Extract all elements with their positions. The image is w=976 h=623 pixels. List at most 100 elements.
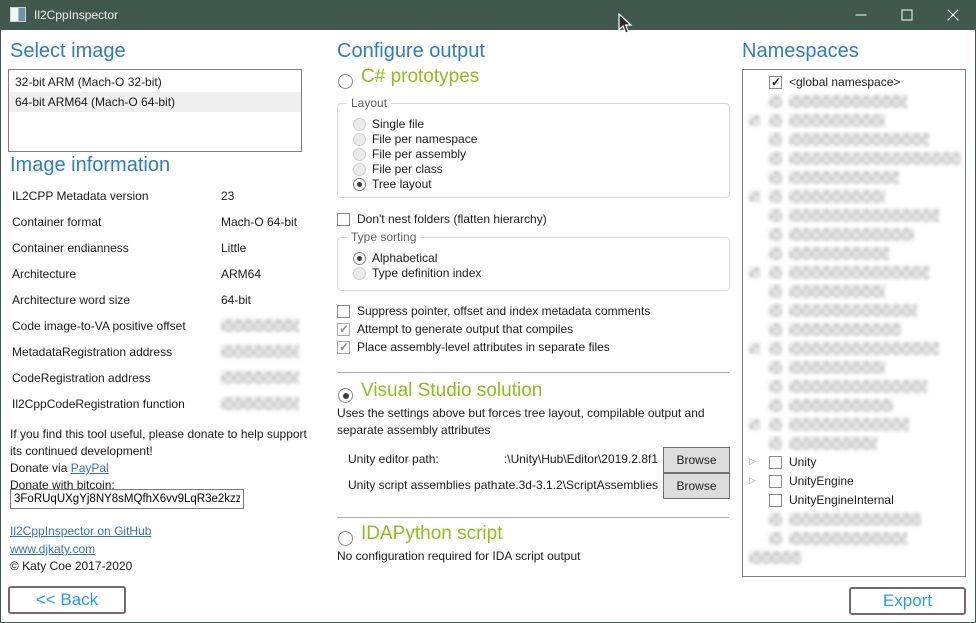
website-link[interactable]: www.djkaty.com bbox=[10, 542, 95, 556]
info-row: IL2CPP Metadata version23 bbox=[0, 186, 310, 212]
redacted-value bbox=[221, 319, 299, 332]
info-label: Container format bbox=[12, 215, 101, 229]
redacted-namespace bbox=[789, 437, 877, 450]
donate-block: If you find this tool useful, please don… bbox=[10, 426, 310, 494]
type-sorting-option-radio[interactable] bbox=[353, 267, 366, 280]
type-sorting-groupbox: Type sorting AlphabeticalType definition… bbox=[337, 237, 730, 291]
app-icon bbox=[10, 7, 26, 22]
redacted-namespace bbox=[789, 399, 893, 412]
redacted-checkbox bbox=[769, 247, 782, 260]
redacted-namespace bbox=[789, 513, 921, 526]
csharp-prototypes-title[interactable]: C# prototypes bbox=[361, 66, 479, 88]
minimize-button[interactable] bbox=[838, 0, 884, 30]
redacted-checkbox bbox=[769, 304, 782, 317]
export-button[interactable]: Export bbox=[849, 587, 966, 615]
image-list-item[interactable]: 32-bit ARM (Mach-O 32-bit) bbox=[9, 72, 301, 92]
layout-option-label: File per namespace bbox=[372, 132, 477, 146]
select-image-heading: Select image bbox=[10, 40, 126, 63]
layout-option-label: File per class bbox=[372, 162, 443, 176]
redacted-expand-arrow bbox=[749, 267, 760, 278]
github-link[interactable]: Il2CppInspector on GitHub bbox=[10, 524, 151, 538]
redacted-checkbox bbox=[769, 133, 782, 146]
minimize-icon bbox=[856, 15, 867, 16]
redacted-namespace bbox=[789, 228, 914, 241]
idapython-radio[interactable] bbox=[338, 531, 353, 546]
csharp-prototypes-radio[interactable] bbox=[338, 74, 353, 89]
image-list-item[interactable]: 64-bit ARM64 (Mach-O 64-bit) bbox=[9, 92, 301, 112]
redacted-checkbox bbox=[769, 152, 782, 165]
namespaces-tree[interactable]: <global namespace>▷Unity▷UnityEngineUnit… bbox=[742, 69, 966, 577]
redacted-namespace bbox=[789, 247, 889, 260]
output-checkbox[interactable] bbox=[337, 305, 350, 318]
redacted-expand-arrow bbox=[749, 115, 760, 126]
redacted-checkbox bbox=[769, 418, 782, 431]
unity-editor-path-label: Unity editor path: bbox=[348, 452, 439, 466]
redacted-expand-arrow bbox=[749, 419, 760, 430]
section-divider bbox=[337, 372, 729, 373]
redacted-checkbox bbox=[769, 532, 782, 545]
info-value: ARM64 bbox=[221, 267, 261, 281]
image-listbox[interactable]: 32-bit ARM (Mach-O 32-bit)64-bit ARM64 (… bbox=[8, 69, 302, 152]
redacted-namespace bbox=[749, 551, 801, 564]
info-label: IL2CPP Metadata version bbox=[12, 189, 149, 203]
unity-editor-browse-button[interactable]: Browse bbox=[663, 447, 730, 473]
namespace-checkbox[interactable] bbox=[769, 456, 782, 469]
layout-option-radio[interactable] bbox=[353, 148, 366, 161]
unity-editor-path-value: :\Unity\Hub\Editor\2019.2.8f1 bbox=[455, 452, 658, 466]
type-sorting-group-label: Type sorting bbox=[347, 230, 420, 244]
flatten-label: Don't nest folders (flatten hierarchy) bbox=[357, 212, 547, 226]
back-button[interactable]: << Back bbox=[8, 586, 126, 614]
app-window: Il2CppInspector Select image 32-bit ARM … bbox=[0, 0, 976, 623]
type-sorting-option-label: Alphabetical bbox=[372, 251, 437, 265]
layout-option-radio[interactable] bbox=[353, 178, 366, 191]
unity-assemblies-browse-button[interactable]: Browse bbox=[663, 473, 730, 499]
redacted-checkbox bbox=[769, 361, 782, 374]
output-checkbox[interactable] bbox=[337, 323, 350, 336]
layout-option-radio[interactable] bbox=[353, 163, 366, 176]
bitcoin-address-input[interactable] bbox=[10, 489, 244, 509]
redacted-checkbox bbox=[769, 513, 782, 526]
namespace-label: Unity bbox=[789, 455, 816, 469]
redacted-namespace bbox=[789, 133, 929, 146]
info-row: Code image-to-VA positive offset bbox=[0, 316, 310, 342]
donate-text: If you find this tool useful, please don… bbox=[10, 426, 310, 460]
layout-option-radio[interactable] bbox=[353, 118, 366, 131]
redacted-checkbox bbox=[769, 342, 782, 355]
info-value: 64-bit bbox=[221, 293, 251, 307]
redacted-expand-arrow bbox=[749, 343, 760, 354]
donate-via-label: Donate via bbox=[10, 461, 71, 475]
namespace-checkbox[interactable] bbox=[769, 475, 782, 488]
visual-studio-radio[interactable] bbox=[338, 388, 353, 403]
expand-arrow-icon[interactable]: ▷ bbox=[749, 455, 756, 468]
output-checkbox[interactable] bbox=[337, 341, 350, 354]
flatten-checkbox[interactable] bbox=[337, 213, 350, 226]
info-label: CodeRegistration address bbox=[12, 371, 151, 385]
paypal-link[interactable]: PayPal bbox=[71, 461, 109, 475]
type-sorting-option-radio[interactable] bbox=[353, 252, 366, 265]
image-info-heading: Image information bbox=[10, 154, 170, 177]
info-row: Architecture word size64-bit bbox=[0, 290, 310, 316]
idapython-title[interactable]: IDAPython script bbox=[361, 523, 503, 545]
info-row: MetadataRegistration address bbox=[0, 342, 310, 368]
maximize-button[interactable] bbox=[884, 0, 930, 30]
namespace-label: UnityEngine bbox=[789, 474, 854, 488]
redacted-checkbox bbox=[769, 380, 782, 393]
expand-arrow-icon[interactable]: ▷ bbox=[749, 474, 756, 487]
layout-option-label: File per assembly bbox=[372, 147, 466, 161]
layout-groupbox: Layout Single fileFile per namespaceFile… bbox=[337, 103, 730, 198]
close-button[interactable] bbox=[930, 0, 976, 30]
redacted-checkbox bbox=[769, 437, 782, 450]
redacted-namespace bbox=[789, 323, 901, 336]
info-row: ArchitectureARM64 bbox=[0, 264, 310, 290]
title-bar[interactable]: Il2CppInspector bbox=[0, 0, 976, 30]
layout-option-label: Tree layout bbox=[372, 177, 432, 191]
copyright-text: © Katy Coe 2017-2020 bbox=[10, 559, 132, 573]
visual-studio-title[interactable]: Visual Studio solution bbox=[361, 380, 542, 402]
namespace-checkbox[interactable] bbox=[769, 494, 782, 507]
redacted-checkbox bbox=[769, 399, 782, 412]
visual-studio-description: Uses the settings above but forces tree … bbox=[337, 405, 733, 439]
namespace-checkbox[interactable] bbox=[769, 76, 782, 89]
layout-option-radio[interactable] bbox=[353, 133, 366, 146]
redacted-namespace bbox=[789, 152, 961, 165]
redacted-namespace bbox=[789, 266, 929, 279]
